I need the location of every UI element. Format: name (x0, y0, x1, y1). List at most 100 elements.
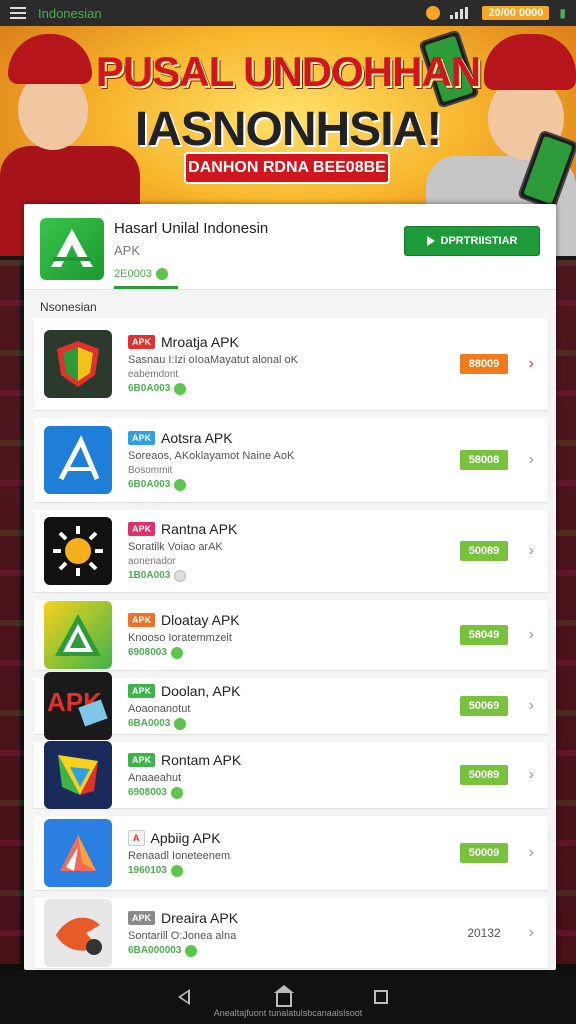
version-badge[interactable]: 88009 (460, 354, 508, 374)
version-badge[interactable]: 50009 (460, 843, 508, 863)
clock-icon (426, 6, 441, 20)
app-name: Dloatay APK (161, 611, 240, 628)
status-badge: 20/00 0000 (482, 6, 550, 20)
app-list-item[interactable]: APK Dreaira APK Sontarill O:Jonea alna 6… (34, 898, 548, 968)
app-list-item[interactable]: APK Rontam APK Anaaeahut 6908003 50089 › (34, 741, 548, 809)
app-list-item[interactable]: APK Rantna APK Soratilk Voiao arAK aonen… (34, 510, 548, 592)
chevron-right-icon[interactable]: › (529, 542, 534, 560)
featured-app-stat: 2E0003 (114, 268, 268, 280)
version-badge[interactable]: 50069 (460, 696, 508, 716)
battery-icon: ▮ (559, 6, 566, 20)
paper-plane-icon (44, 819, 112, 887)
app-list-item[interactable]: A Apbiig APK Renaadl Ioneteenem 1960103 … (34, 816, 548, 890)
menu-icon[interactable] (10, 7, 26, 19)
chevron-right-icon[interactable]: › (529, 451, 534, 469)
app-download-count: 6908003 (128, 786, 538, 799)
status-dot-icon (170, 646, 183, 659)
status-dot-icon (174, 569, 187, 582)
featured-app-count: 2E0003 (114, 268, 152, 280)
status-dot-icon (170, 864, 183, 877)
app-name: Aotsra APK (161, 429, 233, 446)
play-icon (426, 236, 435, 246)
banner-subtitle: IASNONHSIA! (134, 103, 442, 156)
app-list-item[interactable]: APK Dloatay APK Knooso Ioratemmzeit 6908… (34, 600, 548, 670)
version-badge[interactable]: 58049 (460, 625, 508, 645)
app-name: Dreaira APK (161, 909, 239, 926)
status-dot-icon (174, 717, 187, 730)
home-icon (274, 985, 294, 1007)
status-dot-icon (174, 478, 187, 491)
app-download-count: 6BA0003 (128, 717, 538, 730)
app-download-count: 6B0A003 (128, 382, 538, 395)
app-list-item[interactable]: APK Aotsra APK Soreaos, AKoklayamot Nain… (34, 418, 548, 502)
version-badge[interactable]: 50089 (460, 541, 508, 561)
section-label: Nsonesian (40, 300, 97, 314)
app-download-count: 1960103 (128, 864, 538, 877)
download-count-value: 6BA000003 (128, 945, 182, 956)
featured-app-title: Hasarl Unilal Indonesin (114, 220, 269, 237)
app-list-item[interactable]: APK Mroatja APK Sasnau I:Izi oIoaMayatut… (34, 318, 548, 410)
chevron-right-icon[interactable]: › (529, 924, 534, 942)
active-tab-indicator (114, 286, 178, 289)
sun-icon (44, 517, 112, 585)
app-name: Apbiig APK (150, 829, 221, 846)
status-dot-icon (170, 786, 183, 799)
app-name: Rontam APK (161, 751, 242, 768)
download-count-value: 1B0A003 (128, 570, 171, 581)
app-name: Mroatja APK (161, 333, 239, 350)
app-name: Rantna APK (161, 520, 238, 537)
status-bar: Indonesian 20/00 0000 ▮ (0, 0, 576, 26)
banner-title: PUSAL UNDOHHAN (95, 48, 481, 95)
app-download-count: 6908003 (128, 646, 538, 659)
back-button[interactable] (178, 989, 202, 1005)
chevron-right-icon[interactable]: › (529, 844, 534, 862)
app-store-panel: Hasarl Unilal Indonesin APK 2E0003 DPRTR… (24, 204, 556, 970)
banner-cta-button[interactable]: DANHON RDNA BEE08BE (184, 152, 390, 184)
triangle-a-icon (44, 601, 112, 669)
status-title: Indonesian (38, 5, 102, 21)
status-dot-icon (174, 382, 187, 395)
apk-tag: APK (128, 430, 156, 445)
app-name: Doolan, APK (161, 682, 241, 699)
apk-tag: APK (128, 910, 156, 925)
status-dot-icon (185, 944, 198, 957)
chevron-right-icon[interactable]: › (529, 355, 534, 373)
recents-icon (374, 990, 388, 1004)
apk-tag: APK (128, 752, 156, 767)
download-count-value: 6908003 (128, 647, 167, 658)
shield-icon (44, 330, 112, 398)
apk-text-icon: APK (44, 672, 112, 740)
app-download-count: 6BA000003 (128, 944, 538, 957)
version-badge[interactable]: 50089 (460, 765, 508, 785)
recents-button[interactable] (374, 990, 398, 1004)
chevron-right-icon[interactable]: › (529, 626, 534, 644)
home-button[interactable] (274, 985, 300, 1007)
download-count-value: 6908003 (128, 787, 167, 798)
app-list: APK Mroatja APK Sasnau I:Izi oIoaMayatut… (24, 318, 556, 968)
apk-tag: APK (128, 683, 156, 698)
apk-tag: APK (128, 612, 156, 627)
nav-caption: Anealtajfuont tunalatulsbcanaalslsoot (213, 1008, 363, 1018)
version-badge[interactable]: 58008 (460, 450, 508, 470)
download-label: DPRTRIISTIAR (440, 235, 518, 247)
apk-tag: A (128, 829, 145, 846)
download-button[interactable]: DPRTRIISTIAR (404, 226, 540, 256)
app-list-item[interactable]: APK APK Doolan, APK Aoaonanotut 6BA0003 … (34, 672, 548, 740)
verified-icon (155, 268, 168, 280)
chevron-right-icon[interactable]: › (529, 766, 534, 784)
download-count-value: 6BA0003 (128, 718, 171, 729)
prism-icon (44, 741, 112, 809)
apk-tag: APK (128, 334, 156, 349)
app-download-count: 6B0A003 (128, 478, 538, 491)
bird-icon (44, 899, 112, 967)
signal-icon (450, 7, 472, 19)
system-nav-bar: Anealtajfuont tunalatulsbcanaalslsoot (0, 970, 576, 1024)
download-count-value: 6B0A003 (128, 383, 171, 394)
chevron-right-icon[interactable]: › (529, 697, 534, 715)
back-icon (178, 989, 190, 1005)
version-badge[interactable]: 20132 (460, 923, 508, 943)
apk-tag: APK (128, 521, 156, 536)
featured-app-subtitle: APK (114, 243, 141, 258)
app-download-count: 1B0A003 (128, 569, 538, 582)
featured-app-header[interactable]: Hasarl Unilal Indonesin APK 2E0003 DPRTR… (24, 204, 556, 290)
